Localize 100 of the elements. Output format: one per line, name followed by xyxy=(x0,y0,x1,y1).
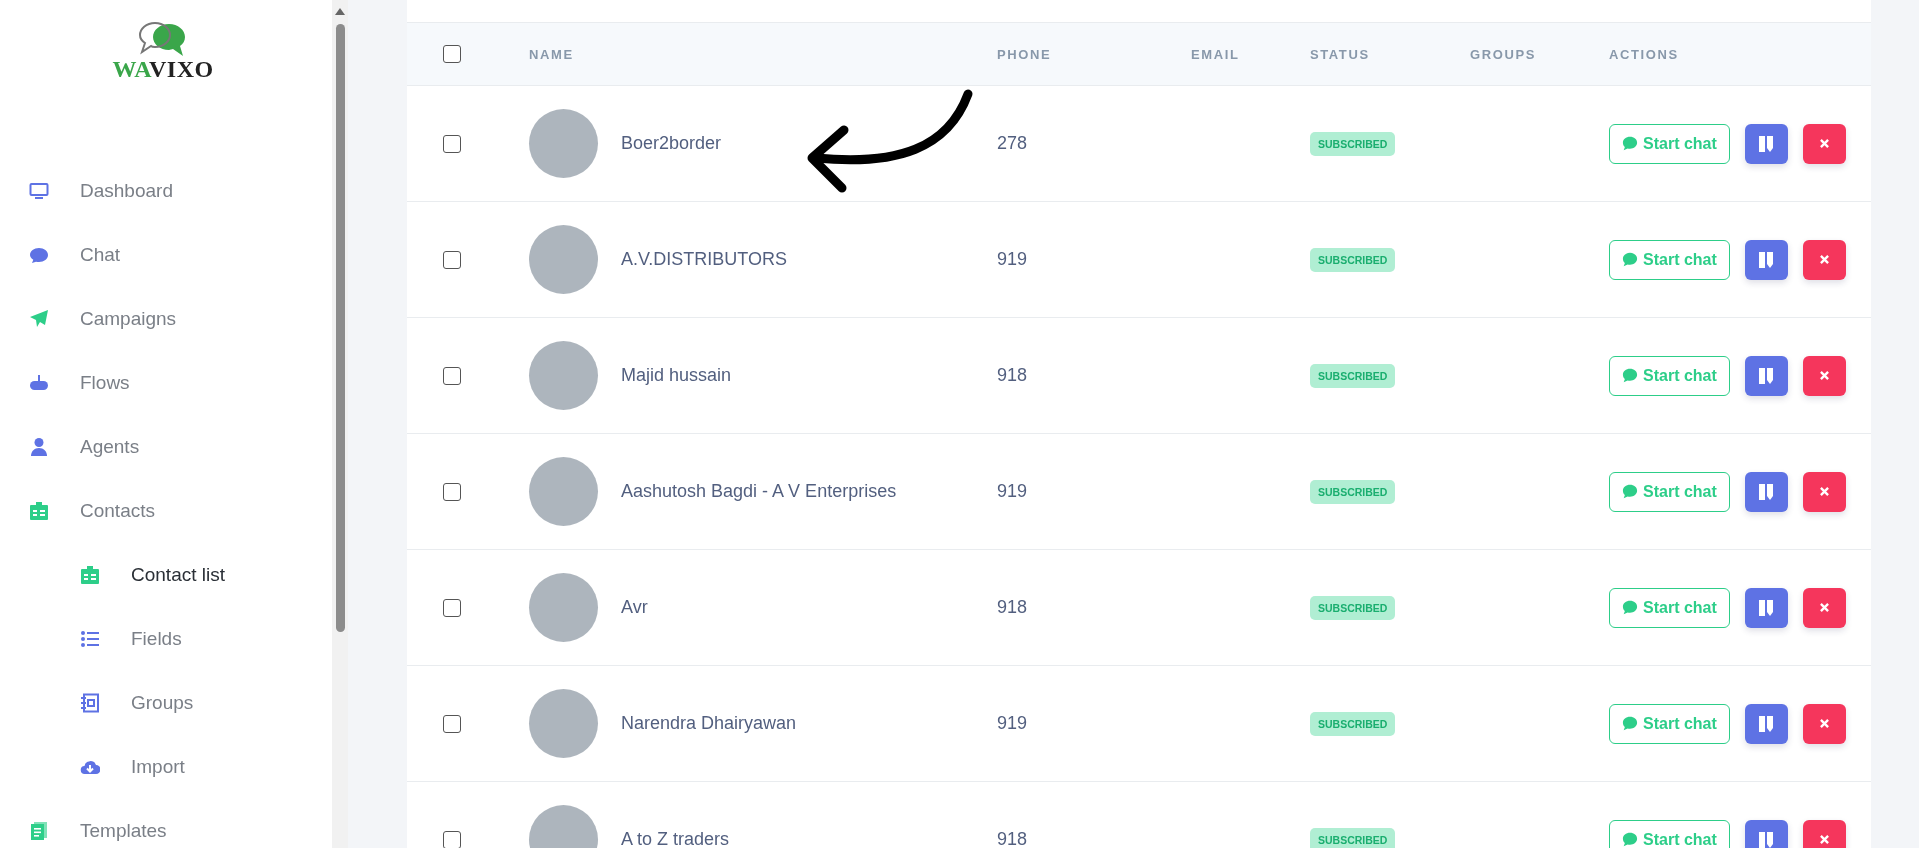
checkbox[interactable] xyxy=(443,250,461,269)
scrollbar-thumb[interactable] xyxy=(335,24,345,632)
contact-name: A.V.DISTRIBUTORS xyxy=(621,249,788,270)
nav-item[interactable]: Chat xyxy=(0,223,332,287)
columns-icon xyxy=(1758,250,1775,269)
nav-subitem[interactable]: Groups xyxy=(0,671,332,735)
phone-number: 918 xyxy=(997,829,1028,848)
list-icon xyxy=(80,629,100,649)
edit-button[interactable] xyxy=(1744,239,1788,280)
paper-plane-icon xyxy=(29,309,49,329)
delete-button[interactable] xyxy=(1802,355,1846,396)
id-card-icon xyxy=(29,501,49,521)
delete-button[interactable] xyxy=(1802,587,1846,628)
column-header: EMAIL xyxy=(1191,46,1240,62)
scroll-up-icon[interactable] xyxy=(335,8,345,15)
chat-bubble-icon xyxy=(1622,600,1638,615)
checkbox[interactable] xyxy=(443,830,461,848)
nav-subitem[interactable]: Import xyxy=(0,735,332,799)
checkbox[interactable] xyxy=(443,134,461,153)
scrollbar[interactable] xyxy=(332,0,348,848)
close-icon xyxy=(1819,255,1829,264)
status-badge: SUBSCRIBED xyxy=(1310,480,1396,504)
close-icon xyxy=(1819,603,1829,612)
edit-button[interactable] xyxy=(1744,819,1788,848)
checkbox[interactable] xyxy=(443,714,461,733)
logo-text: WAVIXO xyxy=(112,56,214,83)
delete-button[interactable] xyxy=(1802,123,1846,164)
edit-button[interactable] xyxy=(1744,123,1788,164)
user-icon xyxy=(29,437,49,457)
columns-icon xyxy=(1758,366,1775,385)
edit-button[interactable] xyxy=(1744,355,1788,396)
chat-bubble-icon xyxy=(1622,136,1638,151)
contact-name: Avr xyxy=(621,597,648,618)
status-badge: SUBSCRIBED xyxy=(1310,132,1396,156)
nav-subitem[interactable]: Fields xyxy=(0,607,332,671)
delete-button[interactable] xyxy=(1802,471,1846,512)
phone-number: 918 xyxy=(997,365,1028,385)
checkbox[interactable] xyxy=(443,45,461,63)
status-badge: SUBSCRIBED xyxy=(1310,712,1396,736)
start-chat-button[interactable]: Start chat xyxy=(1609,355,1730,396)
checkbox[interactable] xyxy=(443,482,461,501)
phone-number: 918 xyxy=(997,597,1028,617)
close-icon xyxy=(1819,139,1829,148)
monitor-icon xyxy=(29,181,49,201)
contact-name: Aashutosh Bagdi - A V Enterprises xyxy=(621,481,897,502)
phone-number: 278 xyxy=(997,133,1028,153)
start-chat-button[interactable]: Start chat xyxy=(1609,123,1730,164)
delete-button[interactable] xyxy=(1802,239,1846,280)
contact-name: Boer2border xyxy=(621,133,722,154)
chat-bubble-icon xyxy=(1622,832,1638,847)
notebook-icon xyxy=(80,693,100,713)
contact-name: A to Z traders xyxy=(621,829,730,848)
columns-icon xyxy=(1758,482,1775,501)
delete-button[interactable] xyxy=(1802,703,1846,744)
edit-button[interactable] xyxy=(1744,703,1788,744)
edit-button[interactable] xyxy=(1744,587,1788,628)
nav-item[interactable]: Flows xyxy=(0,351,332,415)
column-header: GROUPS xyxy=(1470,46,1536,62)
start-chat-button[interactable]: Start chat xyxy=(1609,587,1730,628)
edit-button[interactable] xyxy=(1744,471,1788,512)
status-badge: SUBSCRIBED xyxy=(1310,828,1396,848)
nav-subitem[interactable]: Contact list xyxy=(0,543,332,607)
phone-number: 919 xyxy=(997,481,1028,501)
columns-icon xyxy=(1758,598,1775,617)
close-icon xyxy=(1819,371,1829,380)
chat-bubble-icon xyxy=(1622,484,1638,499)
nav-item[interactable]: Agents xyxy=(0,415,332,479)
status-badge: SUBSCRIBED xyxy=(1310,364,1396,388)
id-card-icon xyxy=(80,565,100,585)
close-icon xyxy=(1819,487,1829,496)
chat-bubble-icon xyxy=(1622,368,1638,383)
column-header: STATUS xyxy=(1310,46,1370,62)
phone-number: 919 xyxy=(997,713,1028,733)
start-chat-button[interactable]: Start chat xyxy=(1609,239,1730,280)
contact-name: Narendra Dhairyawan xyxy=(621,713,797,734)
column-header: ACTIONS xyxy=(1609,46,1679,62)
document-icon xyxy=(29,821,49,841)
nav-item[interactable]: Campaigns xyxy=(0,287,332,351)
nav-item[interactable]: Dashboard xyxy=(0,159,332,223)
phone-number: 919 xyxy=(997,249,1028,269)
start-chat-button[interactable]: Start chat xyxy=(1609,703,1730,744)
delete-button[interactable] xyxy=(1802,819,1846,848)
chat-bubble-icon xyxy=(1622,252,1638,267)
close-icon xyxy=(1819,719,1829,728)
nav-item[interactable]: Contacts xyxy=(0,479,332,543)
nav-item[interactable]: Templates xyxy=(0,799,332,848)
gamepad-icon xyxy=(29,373,49,393)
start-chat-button[interactable]: Start chat xyxy=(1609,819,1730,848)
columns-icon xyxy=(1758,134,1775,153)
columns-icon xyxy=(1758,714,1775,733)
status-badge: SUBSCRIBED xyxy=(1310,596,1396,620)
start-chat-button[interactable]: Start chat xyxy=(1609,471,1730,512)
contact-name: Majid hussain xyxy=(621,365,732,386)
chat-bubble-icon xyxy=(1622,716,1638,731)
status-badge: SUBSCRIBED xyxy=(1310,248,1396,272)
columns-icon xyxy=(1758,830,1775,848)
checkbox[interactable] xyxy=(443,598,461,617)
checkbox[interactable] xyxy=(443,366,461,385)
chat-bubble-icon xyxy=(29,245,49,265)
close-icon xyxy=(1819,835,1829,844)
